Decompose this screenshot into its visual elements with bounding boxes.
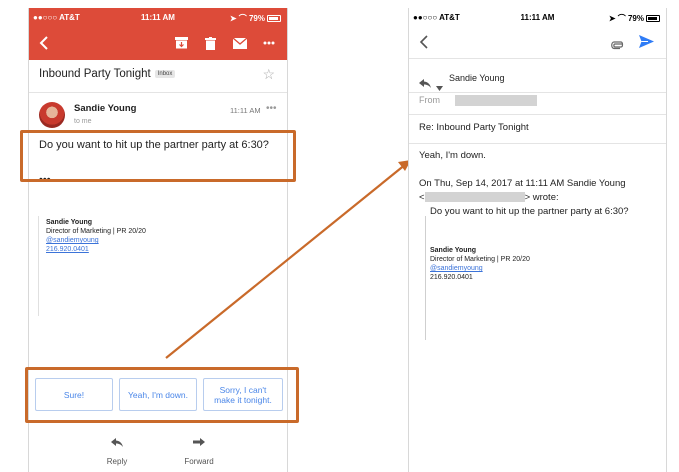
divider bbox=[409, 143, 666, 144]
back-icon[interactable] bbox=[419, 35, 429, 54]
redacted-sender-email bbox=[424, 192, 525, 203]
from-field[interactable]: From bbox=[419, 95, 537, 107]
signature-phone: 216.920.0401 bbox=[430, 274, 473, 281]
quote-address-line: < > wrote: bbox=[419, 192, 559, 203]
reply-body[interactable]: Yeah, I'm down. bbox=[419, 150, 486, 161]
chevron-down-icon[interactable] bbox=[436, 78, 443, 96]
quoted-body: Do you want to hit up the partner party … bbox=[430, 206, 629, 217]
mail-reply-screen: ●●○○○ AT&T 11:11 AM ➤ ⌒ 79% Sandie Young… bbox=[408, 8, 667, 472]
reply-icon bbox=[419, 75, 431, 93]
quote-intro: On Thu, Sep 14, 2017 at 11:11 AM Sandie … bbox=[419, 178, 626, 189]
attachment-icon[interactable] bbox=[610, 37, 624, 55]
signature-handle-link[interactable]: @sandiemyoung bbox=[430, 264, 530, 273]
reply-header-sender: Sandie Young bbox=[449, 73, 505, 83]
battery-percent: 79% bbox=[627, 14, 644, 23]
battery-status: ➤ ⌒ 79% bbox=[609, 13, 660, 24]
location-icon: ➤ bbox=[608, 14, 616, 23]
divider bbox=[409, 58, 666, 59]
quoted-signature: Sandie Young Director of Marketing | PR … bbox=[430, 246, 530, 282]
status-bar: ●●○○○ AT&T 11:11 AM ➤ ⌒ 79% bbox=[409, 8, 666, 26]
signature-name: Sandie Young bbox=[430, 247, 477, 254]
send-icon[interactable] bbox=[639, 35, 654, 53]
battery-icon bbox=[646, 15, 660, 22]
subject-field[interactable]: Re: Inbound Party Tonight bbox=[419, 122, 529, 133]
headphones-icon: ⌒ bbox=[617, 14, 626, 23]
redacted-from-address bbox=[454, 95, 537, 107]
divider bbox=[409, 114, 666, 115]
signature-title: Director of Marketing | PR 20/20 bbox=[430, 256, 530, 263]
quote-wrote: > wrote: bbox=[524, 192, 559, 203]
quote-bar bbox=[425, 216, 426, 340]
from-label: From bbox=[419, 95, 440, 105]
divider bbox=[409, 92, 666, 93]
